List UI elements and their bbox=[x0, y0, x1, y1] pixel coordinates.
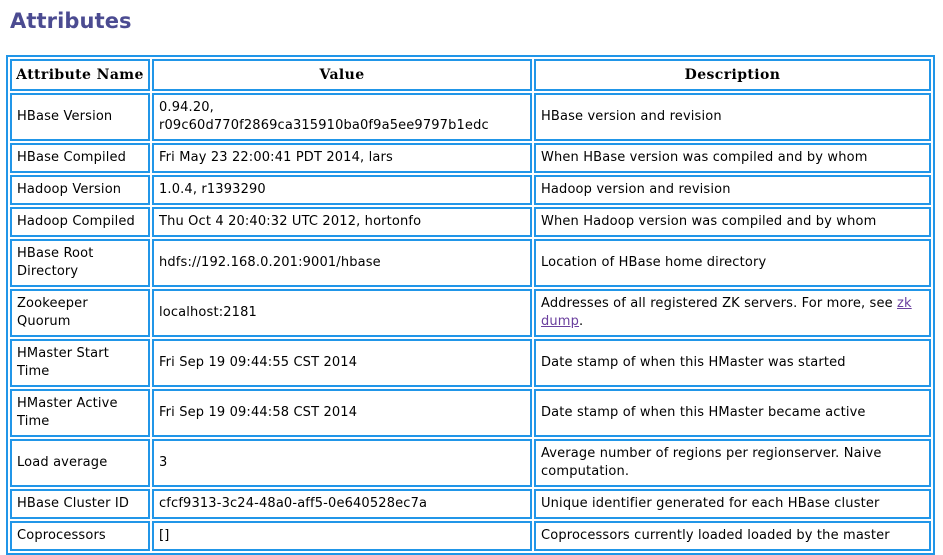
table-row: HBase Compiled Fri May 23 22:00:41 PDT 20… bbox=[10, 143, 931, 173]
cell-attribute-description: Date stamp of when this HMaster was star… bbox=[534, 339, 931, 387]
cell-attribute-description: HBase version and revision bbox=[534, 93, 931, 141]
cell-attribute-value: Thu Oct 4 20:40:32 UTC 2012, hortonfo bbox=[152, 207, 532, 237]
cell-attribute-description: Average number of regions per regionserv… bbox=[534, 439, 931, 487]
cell-attribute-description: When Hadoop version was compiled and by … bbox=[534, 207, 931, 237]
cell-attribute-value: [] bbox=[152, 521, 532, 551]
table-row: HBase Version 0.94.20, r09c60d770f2869ca3… bbox=[10, 93, 931, 141]
attributes-page: Attributes Attribute Name Value Descript… bbox=[0, 0, 943, 555]
cell-attribute-value: hdfs://192.168.0.201:9001/hbase bbox=[152, 239, 532, 287]
cell-attribute-value: 1.0.4, r1393290 bbox=[152, 175, 532, 205]
table-header: Attribute Name Value Description bbox=[10, 59, 931, 91]
table-row: HBase Cluster ID cfcf9313-3c24-48a0-aff5-… bbox=[10, 489, 931, 519]
column-header-description: Description bbox=[534, 59, 931, 91]
cell-attribute-name: HMaster Start Time bbox=[10, 339, 150, 387]
cell-attribute-name: Hadoop Compiled bbox=[10, 207, 150, 237]
table-row: Coprocessors[] Coprocessors currently loa… bbox=[10, 521, 931, 551]
cell-attribute-name: HBase Root Directory bbox=[10, 239, 150, 287]
column-header-value: Value bbox=[152, 59, 532, 91]
cell-attribute-description: Date stamp of when this HMaster became a… bbox=[534, 389, 931, 437]
cell-attribute-value: Fri Sep 19 09:44:55 CST 2014 bbox=[152, 339, 532, 387]
cell-attribute-value: localhost:2181 bbox=[152, 289, 532, 337]
cell-attribute-name: Coprocessors bbox=[10, 521, 150, 551]
description-text: Addresses of all registered ZK servers. … bbox=[541, 296, 898, 311]
attributes-table: Attribute Name Value Description HBase V… bbox=[6, 55, 935, 555]
cell-attribute-description: Location of HBase home directory bbox=[534, 239, 931, 287]
table-body: HBase Version 0.94.20, r09c60d770f2869ca3… bbox=[10, 93, 931, 551]
cell-attribute-name: Hadoop Version bbox=[10, 175, 150, 205]
table-row: HBase Root Directory hdfs://192.168.0.201… bbox=[10, 239, 931, 287]
cell-attribute-name: Zookeeper Quorum bbox=[10, 289, 150, 337]
cell-attribute-value: 0.94.20, r09c60d770f2869ca315910ba0f9a5e… bbox=[152, 93, 532, 141]
cell-attribute-value: Fri May 23 22:00:41 PDT 2014, lars bbox=[152, 143, 532, 173]
page-title: Attributes bbox=[10, 9, 132, 33]
table-row: Load average 3 Average number of regions p… bbox=[10, 439, 931, 487]
cell-attribute-description: Hadoop version and revision bbox=[534, 175, 931, 205]
cell-attribute-value: 3 bbox=[152, 439, 532, 487]
cell-attribute-value: cfcf9313-3c24-48a0-aff5-0e640528ec7a bbox=[152, 489, 532, 519]
cell-attribute-name: HMaster Active Time bbox=[10, 389, 150, 437]
cell-attribute-description: When HBase version was compiled and by w… bbox=[534, 143, 931, 173]
cell-attribute-name: Load average bbox=[10, 439, 150, 487]
table-header-row: Attribute Name Value Description bbox=[10, 59, 931, 91]
cell-attribute-name: HBase Cluster ID bbox=[10, 489, 150, 519]
cell-attribute-value: Fri Sep 19 09:44:58 CST 2014 bbox=[152, 389, 532, 437]
column-header-attribute-name: Attribute Name bbox=[10, 59, 150, 91]
table-row: Hadoop Compiled Thu Oct 4 20:40:32 UTC 20… bbox=[10, 207, 931, 237]
description-text-suffix: . bbox=[579, 314, 584, 329]
cell-attribute-description: Addresses of all registered ZK servers. … bbox=[534, 289, 931, 337]
table-row: HMaster Active Time Fri Sep 19 09:44:58 C… bbox=[10, 389, 931, 437]
cell-attribute-name: HBase Version bbox=[10, 93, 150, 141]
cell-attribute-description: Coprocessors currently loaded loaded by … bbox=[534, 521, 931, 551]
table-row: HMaster Start Time Fri Sep 19 09:44:55 CS… bbox=[10, 339, 931, 387]
cell-attribute-name: HBase Compiled bbox=[10, 143, 150, 173]
table-row: Hadoop Version 1.0.4, r1393290 Hadoop vers… bbox=[10, 175, 931, 205]
table-row: Zookeeper Quorum localhost:2181 Addresses … bbox=[10, 289, 931, 337]
cell-attribute-description: Unique identifier generated for each HBa… bbox=[534, 489, 931, 519]
attributes-table-container: Attribute Name Value Description HBase V… bbox=[0, 33, 943, 555]
